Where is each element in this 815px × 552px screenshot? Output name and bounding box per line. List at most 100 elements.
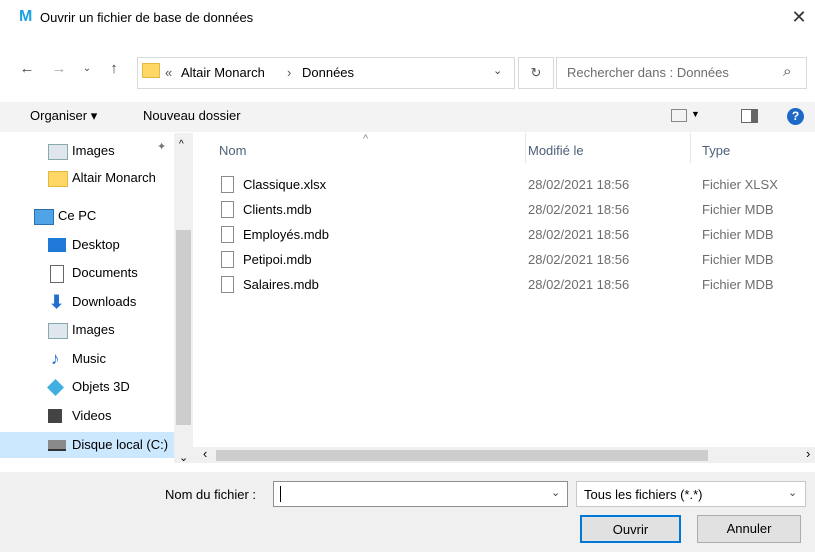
window-title: Ouvrir un fichier de base de données [40, 10, 254, 25]
sidebar-item-label: Documents [72, 265, 138, 280]
preview-pane-icon[interactable] [741, 109, 758, 123]
file-modified: 28/02/2021 18:56 [528, 227, 630, 242]
up-arrow-icon[interactable]: ↑ [105, 60, 123, 78]
forward-arrow-icon[interactable]: → [50, 60, 68, 78]
file-row[interactable]: Petipoi.mdb 28/02/2021 18:56 Fichier MDB [218, 248, 808, 273]
file-icon [221, 276, 234, 293]
file-name: Petipoi.mdb [243, 252, 312, 267]
close-button[interactable]: ✕ [787, 5, 811, 29]
search-icon[interactable]: ⌕ [783, 63, 791, 80]
sidebar-item-music[interactable]: ♪ Music [48, 346, 198, 372]
file-modified: 28/02/2021 18:56 [528, 277, 630, 292]
sidebar-item-label: Music [72, 351, 106, 366]
documents-icon [50, 265, 64, 283]
images-icon [48, 144, 68, 160]
recent-dropdown-icon[interactable]: ⌄ [78, 60, 96, 78]
filter-value: Tous les fichiers (*.*) [584, 487, 703, 502]
column-header-type[interactable]: Type [702, 143, 730, 158]
address-dropdown-icon[interactable]: ⌄ [493, 64, 502, 77]
view-options-icon[interactable] [671, 109, 687, 122]
sidebar-item-ce-pc[interactable]: Ce PC [34, 203, 184, 229]
sidebar-item-label: Videos [72, 408, 112, 423]
scroll-right-icon[interactable]: › [806, 446, 810, 461]
file-row[interactable]: Salaires.mdb 28/02/2021 18:56 Fichier MD… [218, 273, 808, 298]
filename-label: Nom du fichier : [165, 487, 257, 502]
sidebar-item-label: Objets 3D [72, 379, 130, 394]
help-icon[interactable]: ? [787, 108, 804, 125]
sidebar-item-altair-monarch[interactable]: Altair Monarch [48, 165, 198, 191]
file-name: Classique.xlsx [243, 177, 327, 192]
sidebar-item-downloads[interactable]: ⬇ Downloads [48, 289, 198, 315]
file-row[interactable]: Clients.mdb 28/02/2021 18:56 Fichier MDB [218, 198, 808, 223]
file-type: Fichier XLSX [702, 177, 778, 192]
root-separator[interactable]: « [165, 65, 172, 80]
file-modified: 28/02/2021 18:56 [528, 177, 630, 192]
sidebar-item-label: Disque local (C:) [72, 437, 169, 452]
column-header-modified[interactable]: Modifié le [528, 143, 584, 158]
file-row[interactable]: Employés.mdb 28/02/2021 18:56 Fichier MD… [218, 223, 808, 248]
file-name: Employés.mdb [243, 227, 329, 242]
file-type: Fichier MDB [702, 277, 774, 292]
open-button[interactable]: Ouvrir [580, 515, 681, 543]
sidebar-item-label: Desktop [72, 237, 120, 252]
file-type-filter[interactable]: Tous les fichiers (*.*) ⌄ [576, 481, 806, 507]
computer-icon [34, 209, 54, 225]
breadcrumb-altair-monarch[interactable]: Altair Monarch [181, 65, 265, 80]
videos-icon [48, 409, 62, 423]
sidebar-item-label: Images [72, 143, 115, 158]
sidebar-item-images[interactable]: Images [48, 317, 198, 343]
scroll-left-icon[interactable]: ‹ [203, 446, 207, 461]
address-bar[interactable]: « Altair Monarch › Données ⌄ [137, 57, 515, 89]
sidebar-item-desktop[interactable]: Desktop [48, 232, 198, 258]
column-divider[interactable] [690, 133, 691, 163]
back-arrow-icon[interactable]: ← [18, 60, 36, 78]
sort-indicator-icon: ^ [363, 133, 369, 145]
sidebar-item-label: Altair Monarch [72, 170, 156, 185]
filename-dropdown-icon[interactable]: ⌄ [551, 486, 560, 499]
sidebar-item-videos[interactable]: Videos [48, 403, 198, 429]
file-type: Fichier MDB [702, 227, 774, 242]
folder-icon [142, 63, 160, 78]
file-name: Clients.mdb [243, 202, 312, 217]
sidebar-item-label: Images [72, 322, 115, 337]
file-modified: 28/02/2021 18:56 [528, 202, 630, 217]
sidebar-item-label: Downloads [72, 294, 137, 309]
images-icon [48, 323, 68, 339]
file-icon [221, 251, 234, 268]
app-logo-icon: M [19, 8, 33, 25]
file-icon [221, 226, 234, 243]
filename-field[interactable]: ⌄ [273, 481, 568, 507]
file-icon [221, 201, 234, 218]
folder-icon [48, 171, 68, 187]
file-name: Salaires.mdb [243, 277, 319, 292]
search-box[interactable]: Rechercher dans : Données ⌕ [556, 57, 807, 89]
sidebar-item-documents[interactable]: Documents [48, 260, 198, 286]
sidebar-item-disque-local[interactable]: Disque local (C:) [48, 432, 198, 458]
file-type: Fichier MDB [702, 252, 774, 267]
column-divider[interactable] [525, 133, 526, 163]
breadcrumb-donnees[interactable]: Données [302, 65, 354, 80]
drive-icon [48, 440, 66, 451]
text-cursor [280, 486, 281, 502]
sidebar-item-objets-3d[interactable]: Objets 3D [47, 374, 198, 400]
search-input[interactable]: Rechercher dans : Données [567, 65, 729, 80]
column-header-name[interactable]: Nom [219, 143, 246, 158]
music-icon: ♪ [51, 349, 60, 368]
view-dropdown-icon[interactable]: ▼ [691, 109, 700, 119]
refresh-button[interactable]: ↻ [518, 57, 554, 89]
breadcrumb-separator: › [287, 65, 292, 80]
objects3d-icon [47, 379, 64, 396]
sidebar-item-images-quick[interactable]: Images [48, 138, 198, 164]
new-folder-button[interactable]: Nouveau dossier [143, 108, 241, 123]
file-type: Fichier MDB [702, 202, 774, 217]
file-icon [221, 176, 234, 193]
cancel-button[interactable]: Annuler [697, 515, 801, 543]
desktop-icon [48, 238, 66, 252]
organize-button[interactable]: Organiser ▾ [30, 108, 97, 124]
downloads-icon: ⬇ [49, 292, 65, 312]
sidebar-item-label: Ce PC [58, 208, 97, 223]
horizontal-scroll-thumb[interactable] [216, 450, 708, 461]
file-modified: 28/02/2021 18:56 [528, 252, 630, 267]
filter-dropdown-icon[interactable]: ⌄ [788, 486, 797, 499]
file-row[interactable]: Classique.xlsx 28/02/2021 18:56 Fichier … [218, 173, 808, 198]
